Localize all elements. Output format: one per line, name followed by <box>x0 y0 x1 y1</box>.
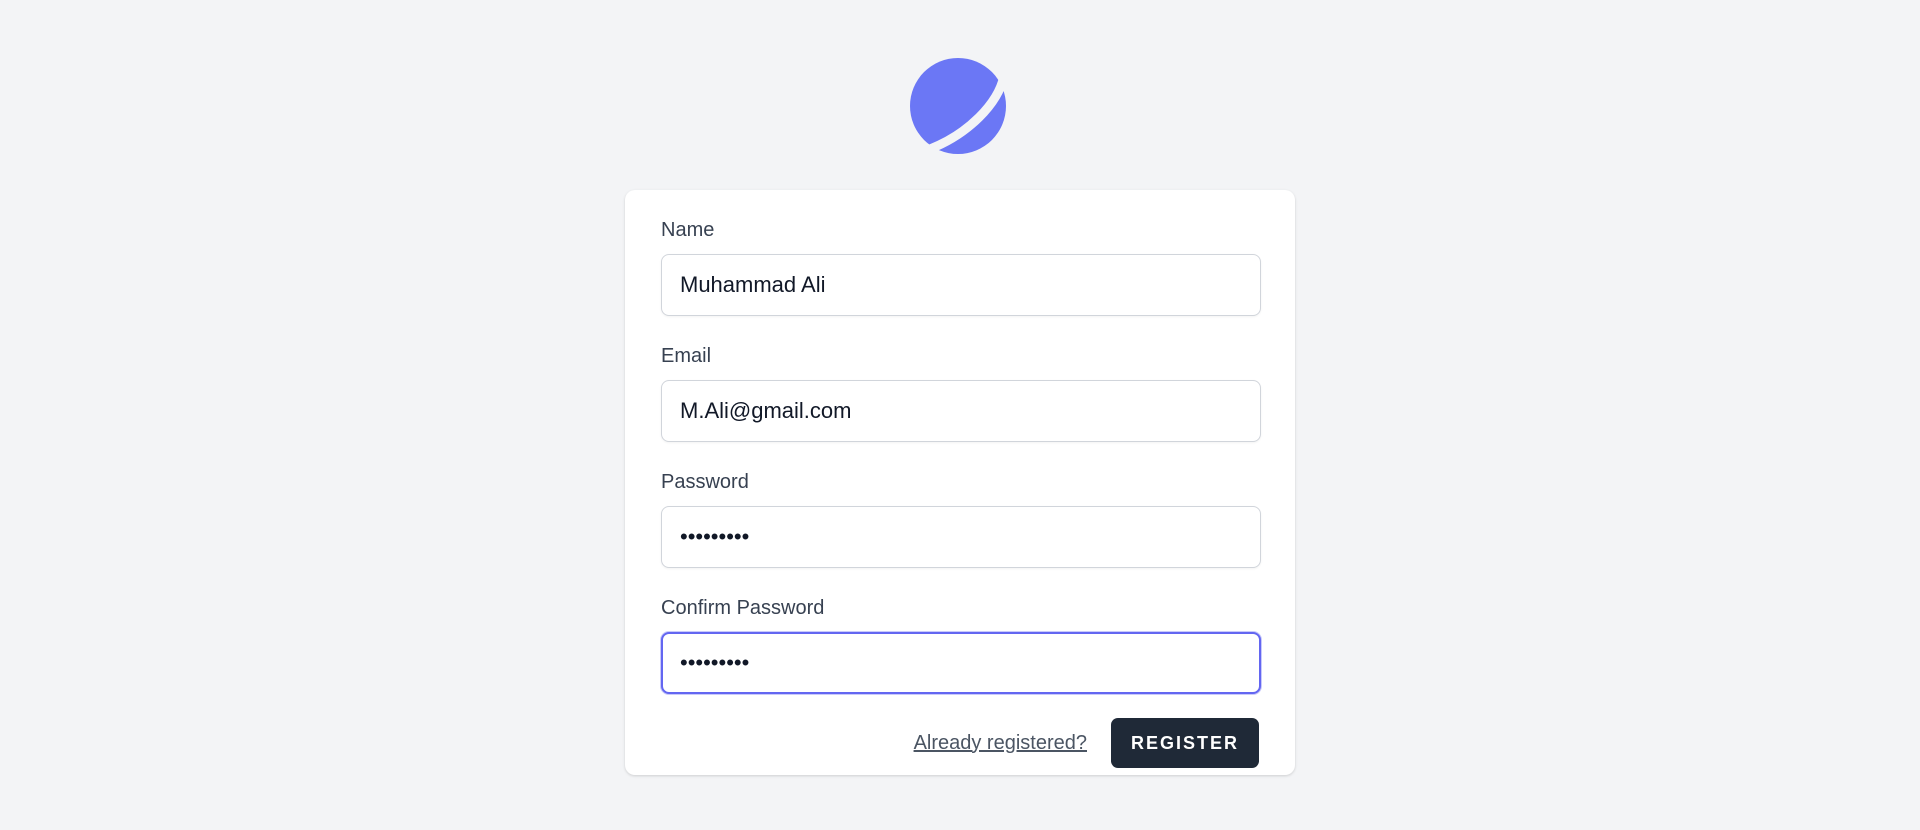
already-registered-link[interactable]: Already registered? <box>914 732 1087 755</box>
password-field-group: Password <box>661 470 1261 568</box>
planet-logo-icon <box>910 58 1009 154</box>
name-field-group: Name <box>661 218 1261 316</box>
app-logo[interactable] <box>910 56 1010 156</box>
name-input[interactable] <box>661 254 1261 316</box>
confirm-password-input[interactable] <box>661 632 1261 694</box>
confirm-password-field-group: Confirm Password <box>661 596 1261 694</box>
email-input[interactable] <box>661 380 1261 442</box>
password-label: Password <box>661 471 749 493</box>
email-field-group: Email <box>661 344 1261 442</box>
password-input[interactable] <box>661 506 1261 568</box>
register-button[interactable]: REGISTER <box>1111 718 1259 768</box>
register-card: Name Email Password Confirm Password Alr… <box>625 190 1295 775</box>
confirm-password-label: Confirm Password <box>661 597 825 619</box>
form-actions: Already registered? REGISTER <box>661 718 1259 768</box>
name-label: Name <box>661 219 715 241</box>
email-label: Email <box>661 345 712 367</box>
